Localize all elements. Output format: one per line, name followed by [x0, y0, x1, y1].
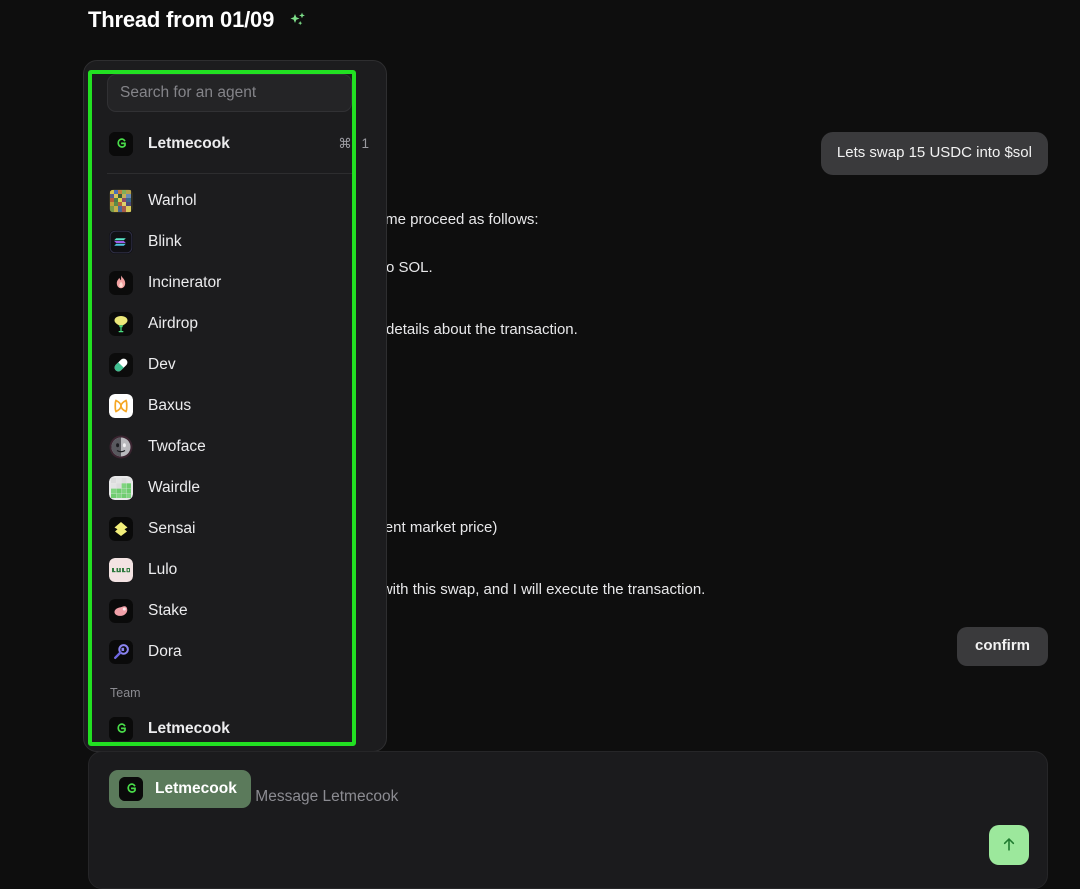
agent-row-lulo[interactable]: Lulo	[107, 549, 374, 590]
agent-row-sensai[interactable]: Sensai	[107, 508, 374, 549]
agent-row-stake[interactable]: Stake	[107, 590, 374, 631]
letmecook-icon	[109, 716, 133, 741]
agent-name: Blink	[148, 232, 182, 250]
agent-row-letmecook-pinned[interactable]: Letmecook ⌘ 1	[107, 123, 374, 164]
section-label-team: Team	[110, 685, 141, 700]
send-button[interactable]	[989, 825, 1029, 865]
app-root: Thread from 01/09 . . . . . . . . . . . …	[0, 0, 1080, 889]
arrow-up-icon	[999, 834, 1019, 857]
agent-name: Letmecook	[148, 134, 230, 152]
agent-name: Lulo	[148, 560, 178, 578]
incinerator-icon	[109, 270, 133, 295]
search-input[interactable]	[120, 84, 339, 102]
letmecook-icon	[109, 131, 133, 156]
letmecook-icon	[119, 777, 143, 801]
sensai-icon	[109, 516, 133, 541]
agent-name: Wairdle	[148, 478, 200, 496]
blink-icon	[109, 229, 133, 254]
baxus-icon	[109, 393, 133, 418]
agent-name: Incinerator	[148, 273, 222, 291]
agent-row-blink[interactable]: Blink	[107, 221, 374, 262]
agent-shortcut: ⌘ 1	[338, 135, 372, 151]
wairdle-icon	[109, 475, 133, 500]
agent-row-airdrop[interactable]: Airdrop	[107, 303, 374, 344]
agent-row-dev[interactable]: Dev	[107, 344, 374, 385]
agent-name: Letmecook	[148, 719, 230, 737]
agent-row-twoface[interactable]: Twoface	[107, 426, 374, 467]
agent-row-incinerator[interactable]: Incinerator	[107, 262, 374, 303]
agent-name: Dora	[148, 642, 182, 660]
dora-icon	[109, 639, 133, 664]
dev-icon	[109, 352, 133, 377]
agent-name: Stake	[148, 601, 188, 619]
user-message-bubble: Lets swap 15 USDC into $sol	[820, 132, 1048, 175]
selected-agent-chip[interactable]: Letmecook	[109, 770, 251, 808]
agent-row-dora[interactable]: Dora	[107, 631, 374, 672]
agent-name: Sensai	[148, 519, 196, 537]
agent-row-baxus[interactable]: Baxus	[107, 385, 374, 426]
message-input[interactable]	[255, 788, 956, 806]
warhol-icon	[109, 188, 133, 213]
agent-row-warhol[interactable]: Warhol	[107, 180, 374, 221]
agent-row-team-letmecook[interactable]: Letmecook	[107, 708, 374, 749]
divider	[107, 173, 354, 174]
message-composer: Letmecook	[88, 751, 1048, 889]
chip-label: Letmecook	[155, 780, 237, 797]
agent-name: Twoface	[148, 437, 206, 455]
page-title: Thread from 01/09	[88, 7, 275, 32]
agent-name: Warhol	[148, 191, 197, 209]
confirm-button[interactable]: confirm	[956, 627, 1048, 667]
agent-picker-popover: Letmecook ⌘ 1	[83, 60, 387, 752]
twoface-icon	[109, 435, 133, 459]
thread-header: Thread from 01/09	[88, 0, 308, 40]
agent-name: Dev	[148, 355, 176, 373]
agent-row-wairdle[interactable]: Wairdle	[107, 467, 374, 508]
airdrop-icon	[109, 311, 133, 336]
agent-name: Baxus	[148, 396, 192, 414]
stake-icon	[109, 598, 133, 623]
agent-search-box[interactable]	[107, 74, 352, 112]
lulo-icon	[109, 557, 133, 582]
sparkles-icon[interactable]	[288, 10, 308, 30]
agent-name: Airdrop	[148, 314, 198, 332]
